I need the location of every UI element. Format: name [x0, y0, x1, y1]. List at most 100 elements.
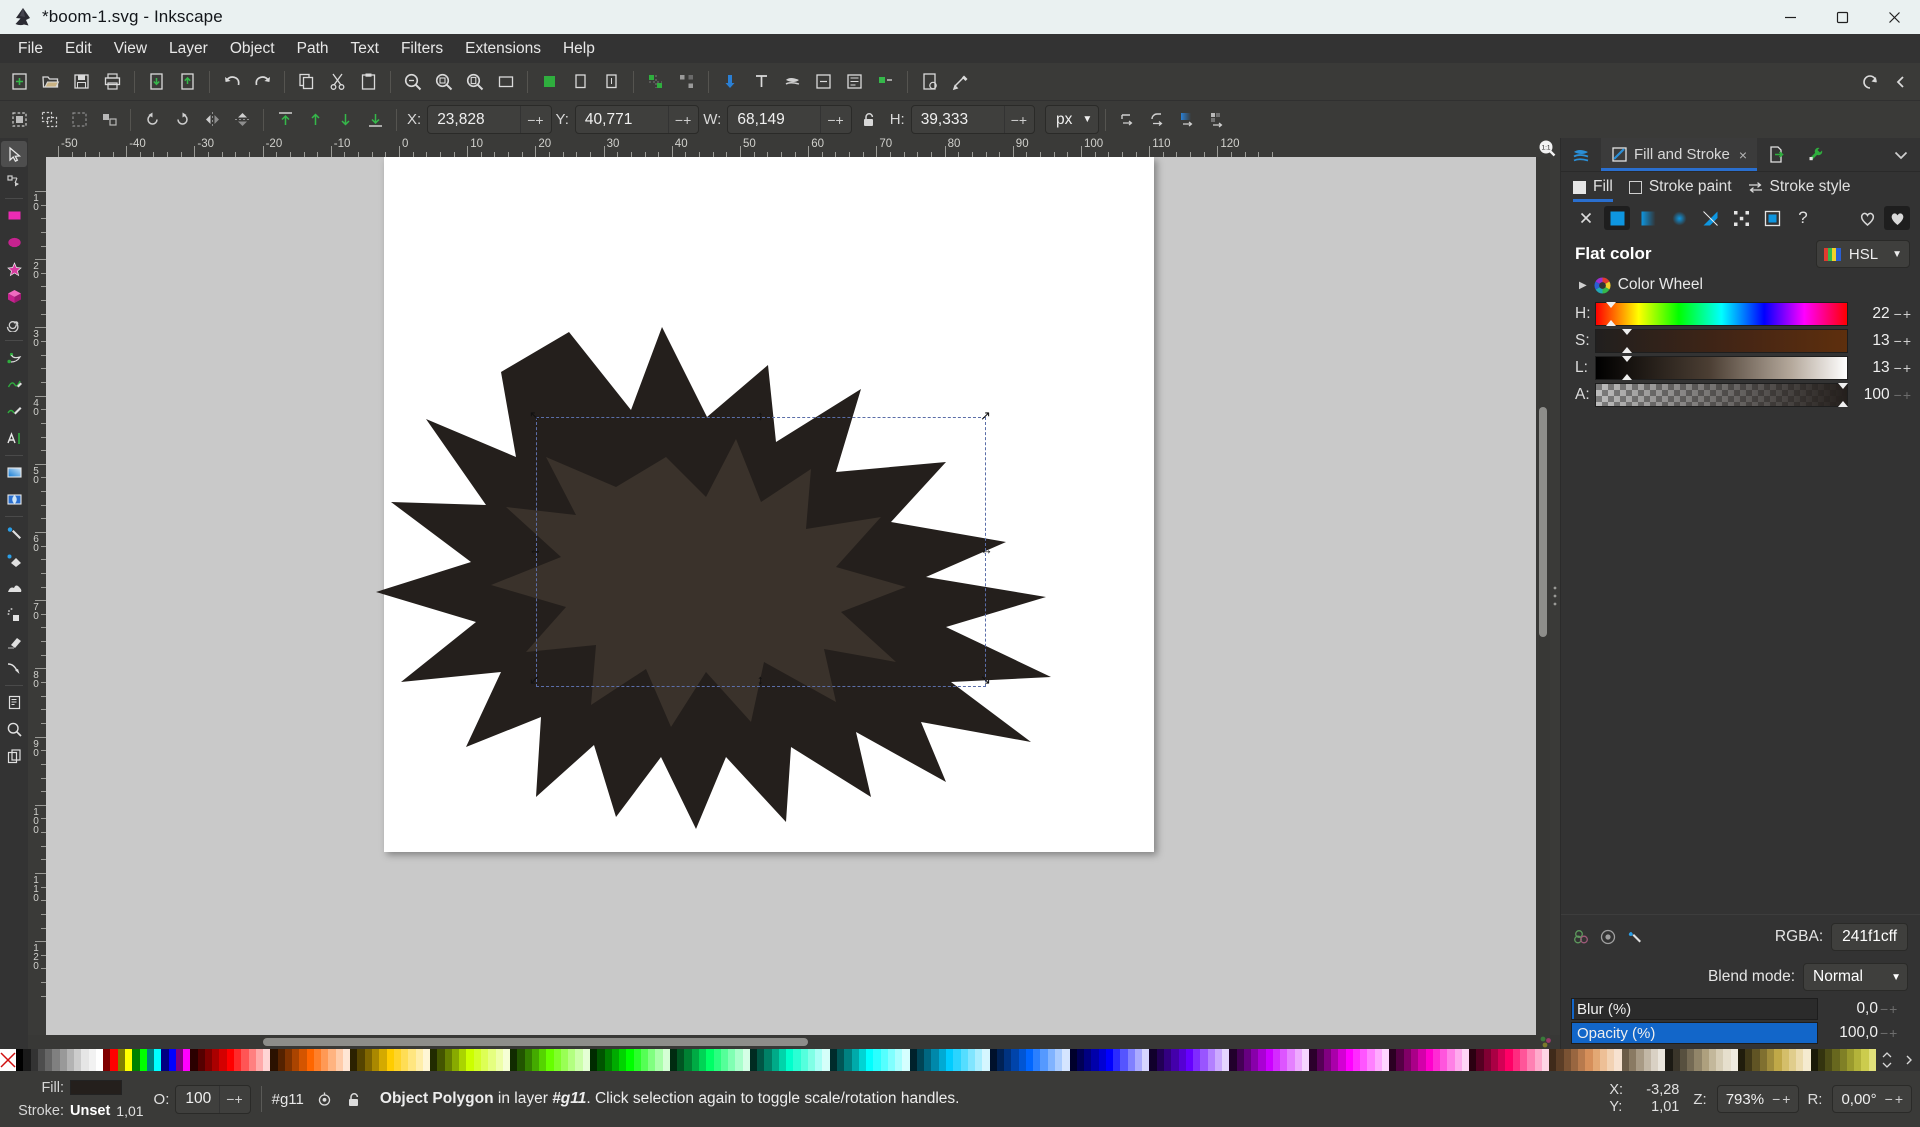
text-tool-icon[interactable] [746, 66, 777, 97]
palette-swatch[interactable] [1128, 1049, 1135, 1071]
palette-swatch[interactable] [546, 1049, 553, 1071]
zoom-drawing-icon[interactable] [428, 66, 459, 97]
close-tab-icon[interactable]: × [1739, 147, 1747, 163]
palette-swatch[interactable] [1084, 1049, 1091, 1071]
saturation-value-box[interactable]: 13 −+ [1856, 332, 1912, 350]
palette-swatch[interactable] [1469, 1049, 1476, 1071]
close-button[interactable] [1868, 0, 1920, 34]
palette-swatch[interactable] [350, 1049, 357, 1071]
import-icon[interactable] [141, 66, 172, 97]
palette-swatch[interactable] [445, 1049, 452, 1071]
palette-swatch[interactable] [1070, 1049, 1077, 1071]
no-paint-button[interactable] [1573, 206, 1599, 230]
flip-horizontal-icon[interactable] [197, 105, 227, 135]
palette-swatch[interactable] [779, 1049, 786, 1071]
palette-swatch[interactable] [1099, 1049, 1106, 1071]
palette-swatch[interactable] [1854, 1049, 1861, 1071]
palette-swatch[interactable] [910, 1049, 917, 1071]
palette-swatch[interactable] [670, 1049, 677, 1071]
rotate-field[interactable]: 0,00° −+ [1832, 1085, 1912, 1113]
palette-swatch[interactable] [1338, 1049, 1345, 1071]
palette-swatch[interactable] [1142, 1049, 1149, 1071]
palette-swatch[interactable] [1164, 1049, 1171, 1071]
palette-swatch[interactable] [1542, 1049, 1549, 1071]
palette-swatch[interactable] [1644, 1049, 1651, 1071]
palette-swatch[interactable] [1251, 1049, 1258, 1071]
palette-swatch[interactable] [1513, 1049, 1520, 1071]
layers-icon[interactable] [777, 66, 808, 97]
rotate-value[interactable]: 0,00° [1841, 1091, 1876, 1108]
opacity-value[interactable]: 100,0 [1818, 1024, 1880, 1042]
palette-swatch[interactable] [1811, 1049, 1818, 1071]
hue-slider[interactable] [1595, 302, 1848, 326]
palette-swatch[interactable] [939, 1049, 946, 1071]
palette-swatch[interactable] [466, 1049, 473, 1071]
palette-swatch[interactable] [692, 1049, 699, 1071]
y-stepper[interactable]: −+ [668, 106, 698, 133]
palette-swatch[interactable] [1665, 1049, 1672, 1071]
status-stroke-value[interactable]: Unset [70, 1103, 110, 1119]
palette-swatch[interactable] [343, 1049, 350, 1071]
palette-swatch[interactable] [481, 1049, 488, 1071]
current-layer-name[interactable]: #g11 [272, 1091, 304, 1108]
transform-patterns-icon[interactable] [1202, 105, 1232, 135]
ungroup-icon[interactable] [671, 66, 702, 97]
color-wheel-expander[interactable]: ▶ Color Wheel [1561, 270, 1920, 300]
fill-rule-nonzero-button[interactable] [1884, 206, 1910, 230]
palette-swatch[interactable] [1396, 1049, 1403, 1071]
lower-to-bottom-icon[interactable] [360, 105, 390, 135]
palette-swatch[interactable] [1026, 1049, 1033, 1071]
y-field[interactable]: Y: 40,771−+ [556, 105, 700, 134]
dropper-tool[interactable] [1, 520, 27, 546]
palette-swatch[interactable] [844, 1049, 851, 1071]
palette-swatch[interactable] [786, 1049, 793, 1071]
calligraphy-tool[interactable] [1, 398, 27, 424]
palette-swatch[interactable] [895, 1049, 902, 1071]
palette-swatch[interactable] [459, 1049, 466, 1071]
rotate-ccw-icon[interactable] [137, 105, 167, 135]
lightness-value[interactable]: 13 [1856, 359, 1890, 377]
stroke-style-tab[interactable]: Stroke style [1748, 172, 1851, 202]
palette-swatch[interactable] [990, 1049, 997, 1071]
palette-swatch[interactable] [1607, 1049, 1614, 1071]
palette-swatch[interactable] [118, 1049, 125, 1071]
connector-tool[interactable] [1, 655, 27, 681]
palette-swatch[interactable] [1157, 1049, 1164, 1071]
palette-swatch[interactable] [612, 1049, 619, 1071]
linear-gradient-button[interactable] [1635, 206, 1661, 230]
saturation-slider[interactable] [1595, 329, 1848, 353]
palette-swatch[interactable] [677, 1049, 684, 1071]
handle-mid-right[interactable]: ↔ [980, 543, 993, 556]
save-document-icon[interactable] [66, 66, 97, 97]
palette-swatch[interactable] [1825, 1049, 1832, 1071]
palette-swatch[interactable] [1651, 1049, 1658, 1071]
palette-swatch[interactable] [1309, 1049, 1316, 1071]
palette-swatch[interactable] [52, 1049, 59, 1071]
palette-swatch[interactable] [1462, 1049, 1469, 1071]
eraser-tool[interactable] [1, 628, 27, 654]
palette-swatch[interactable] [1476, 1049, 1483, 1071]
palette-swatch[interactable] [539, 1049, 546, 1071]
maximize-button[interactable] [1816, 0, 1868, 34]
palette-swatch[interactable] [503, 1049, 510, 1071]
print-icon[interactable] [97, 66, 128, 97]
palette-swatch[interactable] [1571, 1049, 1578, 1071]
palette-swatch[interactable] [626, 1049, 633, 1071]
palette-swatch[interactable] [1418, 1049, 1425, 1071]
palette-swatch[interactable] [31, 1049, 38, 1071]
palette-swatch[interactable] [1193, 1049, 1200, 1071]
palette-swatch[interactable] [1861, 1049, 1868, 1071]
palette-swatch[interactable] [597, 1049, 604, 1071]
palette-swatch[interactable] [1447, 1049, 1454, 1071]
opacity-stepper[interactable]: −+ [1880, 1025, 1910, 1041]
alpha-stepper[interactable]: −+ [1894, 387, 1912, 403]
palette-swatch[interactable] [1324, 1049, 1331, 1071]
palette-swatch[interactable] [1593, 1049, 1600, 1071]
palette-swatch[interactable] [234, 1049, 241, 1071]
palette-swatch[interactable] [641, 1049, 648, 1071]
palette-swatch[interactable] [1367, 1049, 1374, 1071]
x-field[interactable]: X: 23,828−+ [407, 105, 552, 134]
palette-swatch[interactable] [982, 1049, 989, 1071]
palette-swatch[interactable] [1535, 1049, 1542, 1071]
palette-swatch[interactable] [1760, 1049, 1767, 1071]
